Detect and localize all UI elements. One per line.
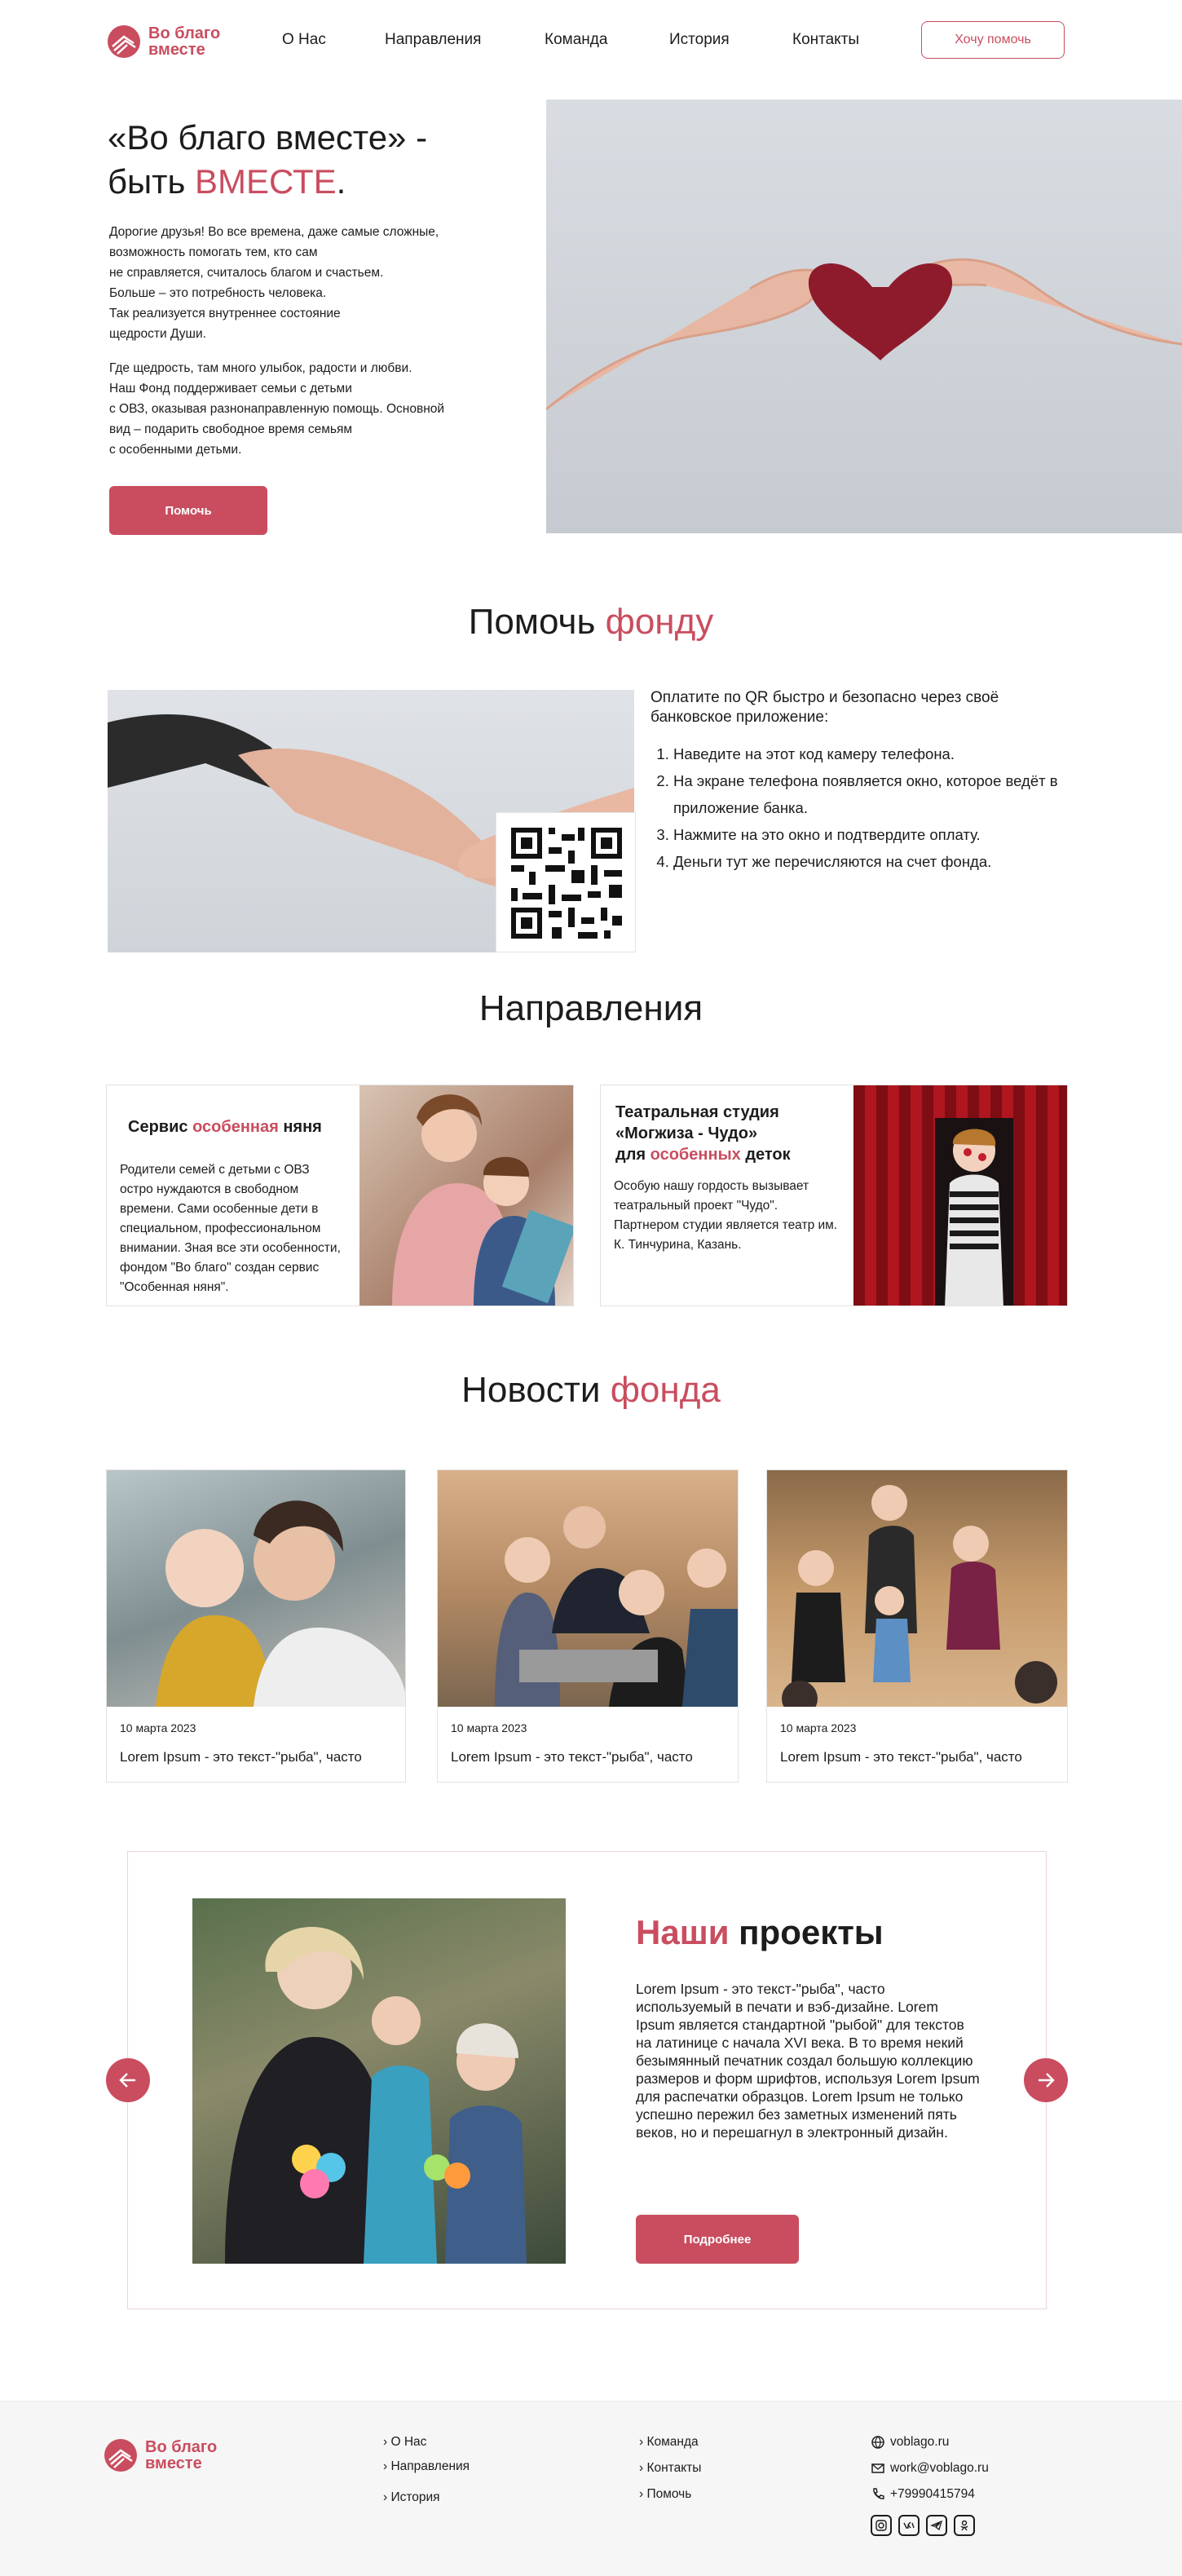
theatre-photo — [853, 1085, 1067, 1306]
logo[interactable]: Во благо вместе — [108, 21, 238, 62]
nav-history[interactable]: История — [669, 31, 730, 49]
want-to-help-button[interactable]: Хочу помочь — [921, 21, 1065, 59]
news-date: 10 марта 2023 — [451, 1721, 527, 1734]
nav-about[interactable]: О Нас — [282, 31, 326, 49]
nav-directions[interactable]: Направления — [385, 31, 481, 49]
news-section-title: Новости фонда — [461, 1370, 721, 1410]
footer-link-contacts[interactable]: › Контакты — [639, 2461, 701, 2476]
list-item: Нажмите на это окно и подтвердите оплату… — [673, 821, 1058, 848]
projects-title: Наши проекты — [636, 1913, 884, 1951]
donate-intro: Оплатите по QR быстро и безопасно через … — [651, 689, 999, 726]
phone-icon — [873, 2488, 884, 2499]
nav-team[interactable]: Команда — [545, 31, 607, 49]
news-title[interactable]: Lorem Ipsum - это текст-"рыба", часто — [780, 1749, 1057, 1765]
nav-contacts[interactable]: Контакты — [792, 31, 859, 49]
footer-link-team[interactable]: › Команда — [639, 2435, 699, 2450]
hero-paragraph-1: Дорогие друзья! Во все времена, даже сам… — [109, 225, 439, 341]
hero-hands-heart-photo — [546, 99, 1182, 533]
footer — [0, 2401, 1182, 2576]
instagram-icon[interactable] — [871, 2515, 892, 2536]
qr-code-icon — [511, 828, 622, 939]
globe-icon — [871, 2436, 884, 2449]
footer-link-directions[interactable]: › Направления — [383, 2459, 470, 2474]
nanny-photo — [359, 1085, 573, 1306]
news-date: 10 марта 2023 — [780, 1721, 857, 1734]
news-date: 10 марта 2023 — [120, 1721, 196, 1734]
logo-text: Во благо вместе — [145, 2438, 218, 2472]
list-item: На экране телефона появляется окно, кото… — [673, 767, 1058, 821]
news-photo — [438, 1470, 738, 1707]
news-card[interactable]: 10 марта 2023 Lorem Ipsum - это текст-"р… — [766, 1469, 1068, 1783]
odnoklassniki-icon[interactable] — [954, 2515, 975, 2536]
footer-link-history[interactable]: › История — [383, 2490, 440, 2505]
footer-email[interactable]: work@voblago.ru — [871, 2461, 989, 2476]
direction-card-theatre[interactable]: Театральная студия «Могжиза - Чудо» для … — [600, 1085, 1068, 1306]
direction-card-nanny[interactable]: Сервис особенная няня Родители семей с д… — [106, 1085, 574, 1306]
help-button[interactable]: Помочь — [109, 486, 267, 535]
slider-next-button[interactable] — [1024, 2058, 1068, 2102]
news-title[interactable]: Lorem Ipsum - это текст-"рыба", часто — [451, 1749, 728, 1765]
arrow-right-icon — [1039, 2073, 1055, 2088]
direction-card-title: Театральная студия «Могжиза - Чудо» для … — [615, 1103, 791, 1164]
telegram-icon[interactable] — [926, 2515, 947, 2536]
projects-text: Lorem Ipsum - это текст-"рыба", часто ис… — [636, 1981, 980, 2141]
slider-prev-button[interactable] — [106, 2058, 150, 2102]
direction-card-text: Родители семей с детьми с ОВЗ остро нужд… — [120, 1163, 341, 1294]
hero-title: «Во благо вместе» - быть ВМЕСТЕ. — [108, 118, 428, 201]
mail-icon — [871, 2463, 884, 2473]
news-photo — [767, 1470, 1067, 1717]
news-title[interactable]: Lorem Ipsum - это текст-"рыба", часто — [120, 1749, 397, 1765]
direction-card-title: Сервис особенная няня — [128, 1118, 322, 1136]
list-item: Наведите на этот код камеру телефона. — [673, 740, 1058, 767]
news-photo — [107, 1470, 405, 1707]
footer-link-help[interactable]: › Помочь — [639, 2487, 691, 2502]
footer-phone[interactable]: +79990415794 — [871, 2487, 975, 2502]
logo-hands-icon — [108, 25, 140, 58]
footer-logo[interactable]: Во благо вместе — [104, 2435, 235, 2476]
logo-text: Во благо вместе — [148, 24, 221, 59]
list-item: Деньги тут же перечисляются на счет фонд… — [673, 848, 1058, 875]
vk-icon[interactable] — [898, 2515, 920, 2536]
news-card[interactable]: 10 марта 2023 Lorem Ipsum - это текст-"р… — [437, 1469, 739, 1783]
news-card[interactable]: 10 марта 2023 Lorem Ipsum - это текст-"р… — [106, 1469, 406, 1783]
more-button[interactable]: Подробнее — [636, 2215, 799, 2264]
donate-steps: Наведите на этот код камеру телефона. На… — [651, 740, 1058, 875]
hero-paragraph-2: Где щедрость, там много улыбок, радости … — [109, 361, 445, 457]
footer-site[interactable]: voblago.ru — [871, 2435, 949, 2450]
arrow-left-icon — [119, 2073, 135, 2088]
donate-section-title: Помочь фонду — [468, 602, 714, 642]
directions-section-title: Направления — [479, 988, 703, 1028]
projects-photo — [192, 1898, 566, 2264]
logo-hands-icon — [104, 2439, 137, 2472]
footer-link-about[interactable]: › О Нас — [383, 2435, 426, 2450]
direction-card-text: Особую нашу гордость вызывает театральны… — [614, 1179, 838, 1252]
qr-code — [496, 812, 636, 952]
